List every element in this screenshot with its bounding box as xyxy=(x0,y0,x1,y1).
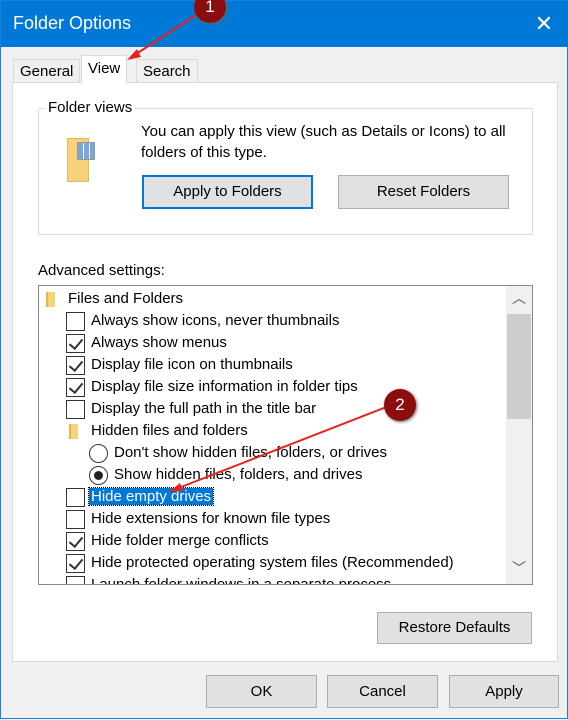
tab-view[interactable]: View xyxy=(81,55,128,83)
annotation-badge-2: 2 xyxy=(384,389,416,421)
annotation-arrows xyxy=(127,12,390,492)
arrowhead-1 xyxy=(127,49,141,60)
annotation-arrow-1 xyxy=(132,12,200,57)
annotation-arrow-2 xyxy=(175,405,390,490)
arrowhead-2 xyxy=(169,483,183,492)
